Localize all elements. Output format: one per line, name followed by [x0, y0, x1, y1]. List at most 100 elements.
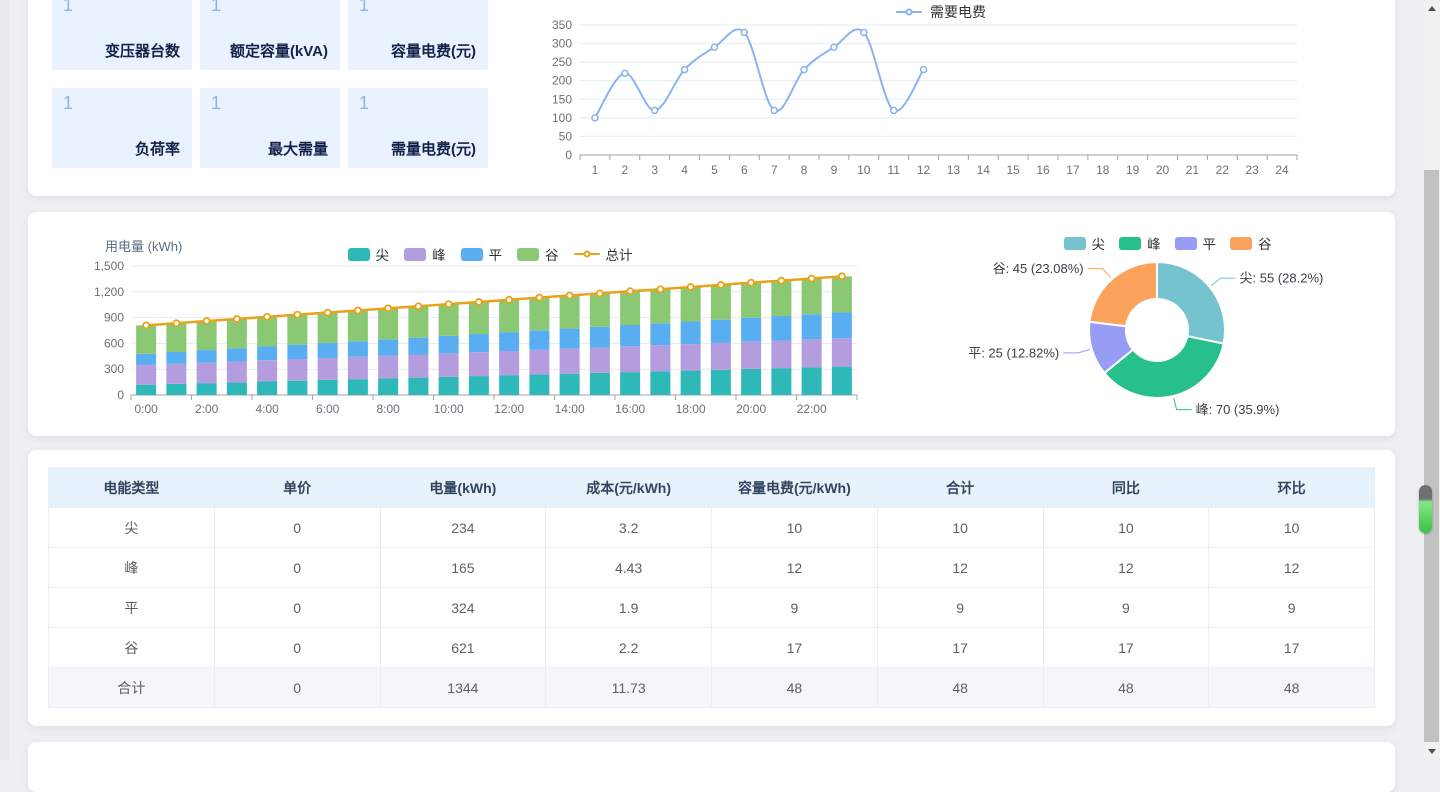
- svg-text:峰: 70 (35.9%): 峰: 70 (35.9%): [1196, 402, 1280, 417]
- scroll-down-arrow[interactable]: [1423, 743, 1440, 760]
- svg-text:12: 12: [917, 163, 931, 177]
- table-cell: 峰: [49, 548, 215, 588]
- legend-item-label: 峰: [432, 244, 446, 264]
- svg-text:17: 17: [1066, 163, 1080, 177]
- donut-chart-canvas[interactable]: 尖: 55 (28.2%)峰: 70 (35.9%)平: 25 (12.82%)…: [945, 228, 1390, 432]
- demand-fee-line-chart[interactable]: 需要电费 05010015020025030035012345678910111…: [516, 0, 1316, 182]
- line-chart-canvas[interactable]: 0501001502002503003501234567891011121314…: [516, 0, 1316, 182]
- svg-text:250: 250: [552, 55, 572, 69]
- legend-swatch: [1230, 237, 1252, 250]
- stat-card-label: 额定容量(kVA): [230, 40, 328, 61]
- energy-stacked-bar-chart[interactable]: 03006009001,2001,5000:002:004:006:008:00…: [90, 250, 890, 422]
- legend-item-峰[interactable]: 峰: [1119, 233, 1161, 253]
- svg-text:2: 2: [621, 163, 628, 177]
- legend-swatch: [1175, 237, 1197, 250]
- table-cell: 11.73: [546, 668, 712, 708]
- legend-item-平[interactable]: 平: [461, 244, 503, 264]
- stat-card-label: 变压器台数: [105, 40, 180, 61]
- table-cell: 10: [712, 508, 878, 548]
- legend-item-谷[interactable]: 谷: [517, 244, 559, 264]
- svg-text:14: 14: [977, 163, 991, 177]
- svg-text:50: 50: [559, 129, 573, 143]
- legend-item-label: 尖: [1092, 233, 1106, 253]
- stat-card: 1 需量电费(元): [348, 88, 488, 168]
- table-header-cell: 单价: [214, 468, 380, 508]
- svg-text:5: 5: [711, 163, 718, 177]
- donut-chart-legend[interactable]: 尖峰 平谷: [945, 233, 1390, 253]
- legend-swatch: [348, 248, 370, 261]
- table-cell: 9: [1209, 588, 1375, 628]
- svg-text:0: 0: [117, 388, 124, 402]
- legend-item-平[interactable]: 平: [1175, 233, 1217, 253]
- energy-panel: 用电量 (kWh) 尖峰平谷总计 03006009001,2001,5000:0…: [28, 212, 1395, 436]
- table-cell: 165: [380, 548, 546, 588]
- legend-item-label: 谷: [545, 244, 559, 264]
- svg-text:14:00: 14:00: [555, 402, 585, 416]
- svg-text:6:00: 6:00: [316, 402, 340, 416]
- legend-item-谷[interactable]: 谷: [1230, 233, 1272, 253]
- bar-chart-canvas[interactable]: 03006009001,2001,5000:002:004:006:008:00…: [90, 250, 890, 422]
- legend-item-label: 平: [1203, 233, 1217, 253]
- svg-text:22: 22: [1216, 163, 1230, 177]
- svg-text:平: 25 (12.82%): 平: 25 (12.82%): [968, 345, 1059, 360]
- table-cell: 9: [877, 588, 1043, 628]
- legend-item-尖[interactable]: 尖: [1064, 233, 1106, 253]
- stat-card: 1 最大需量: [200, 88, 340, 168]
- svg-text:0: 0: [565, 148, 572, 162]
- table-cell: 0: [214, 548, 380, 588]
- table-cell: 48: [1043, 668, 1209, 708]
- svg-text:22:00: 22:00: [797, 402, 827, 416]
- stat-card-value: 1: [211, 93, 221, 114]
- table-cell: 10: [877, 508, 1043, 548]
- table-cell: 12: [712, 548, 878, 588]
- svg-text:0:00: 0:00: [134, 402, 158, 416]
- scrollbar-thumb[interactable]: [1424, 170, 1439, 742]
- table-cell: 0: [214, 668, 380, 708]
- legend-item-label: 尖: [376, 244, 390, 264]
- legend-swatch: [404, 248, 426, 261]
- svg-text:1,200: 1,200: [94, 285, 124, 299]
- legend-item-尖[interactable]: 尖: [348, 244, 390, 264]
- legend-swatch: [461, 248, 483, 261]
- table-header-cell: 电量(kWh): [380, 468, 546, 508]
- svg-text:11: 11: [887, 163, 900, 177]
- stat-card-label: 容量电费(元): [391, 40, 476, 61]
- legend-item-label: 总计: [606, 244, 633, 264]
- energy-table-panel: 电能类型单价电量(kWh)成本(元/kWh)容量电费(元/kWh)合计同比环比尖…: [28, 450, 1395, 726]
- table-cell: 12: [1209, 548, 1375, 588]
- svg-text:19: 19: [1126, 163, 1140, 177]
- bar-chart-legend[interactable]: 尖 峰 平 谷 总计: [90, 244, 890, 264]
- table-cell: 48: [712, 668, 878, 708]
- table-header-cell: 电能类型: [49, 468, 215, 508]
- table-cell: 2.2: [546, 628, 712, 668]
- stat-card-label: 需量电费(元): [391, 138, 476, 159]
- stat-card-value: 1: [359, 93, 369, 114]
- svg-text:100: 100: [552, 111, 572, 125]
- scroll-up-arrow[interactable]: [1423, 0, 1440, 17]
- legend-line-marker: [574, 253, 600, 255]
- legend-item-label: 平: [489, 244, 503, 264]
- energy-cost-table: 电能类型单价电量(kWh)成本(元/kWh)容量电费(元/kWh)合计同比环比尖…: [48, 467, 1375, 708]
- energy-donut-chart[interactable]: 尖: 55 (28.2%)峰: 70 (35.9%)平: 25 (12.82%)…: [945, 228, 1390, 432]
- table-cell: 4.43: [546, 548, 712, 588]
- scrollbar[interactable]: [1423, 0, 1440, 760]
- stat-card-value: 1: [63, 0, 73, 16]
- stat-card-value: 1: [211, 0, 221, 16]
- table-cell: 48: [877, 668, 1043, 708]
- stat-card-label: 最大需量: [268, 138, 328, 159]
- line-chart-legend[interactable]: 需要电费: [541, 2, 1341, 22]
- svg-text:3: 3: [651, 163, 658, 177]
- stat-card: 1容量电费(元): [348, 0, 488, 70]
- svg-text:4: 4: [681, 163, 688, 177]
- svg-text:6: 6: [741, 163, 748, 177]
- legend-item-total[interactable]: 总计: [574, 244, 633, 264]
- table-cell: 尖: [49, 508, 215, 548]
- table-cell: 324: [380, 588, 546, 628]
- svg-text:13: 13: [947, 163, 961, 177]
- table-cell: 0: [214, 628, 380, 668]
- legend-item-峰[interactable]: 峰: [404, 244, 446, 264]
- svg-text:9: 9: [831, 163, 838, 177]
- down-triangle-icon: [1428, 749, 1436, 754]
- table-header-cell: 环比: [1209, 468, 1375, 508]
- svg-text:24: 24: [1275, 163, 1289, 177]
